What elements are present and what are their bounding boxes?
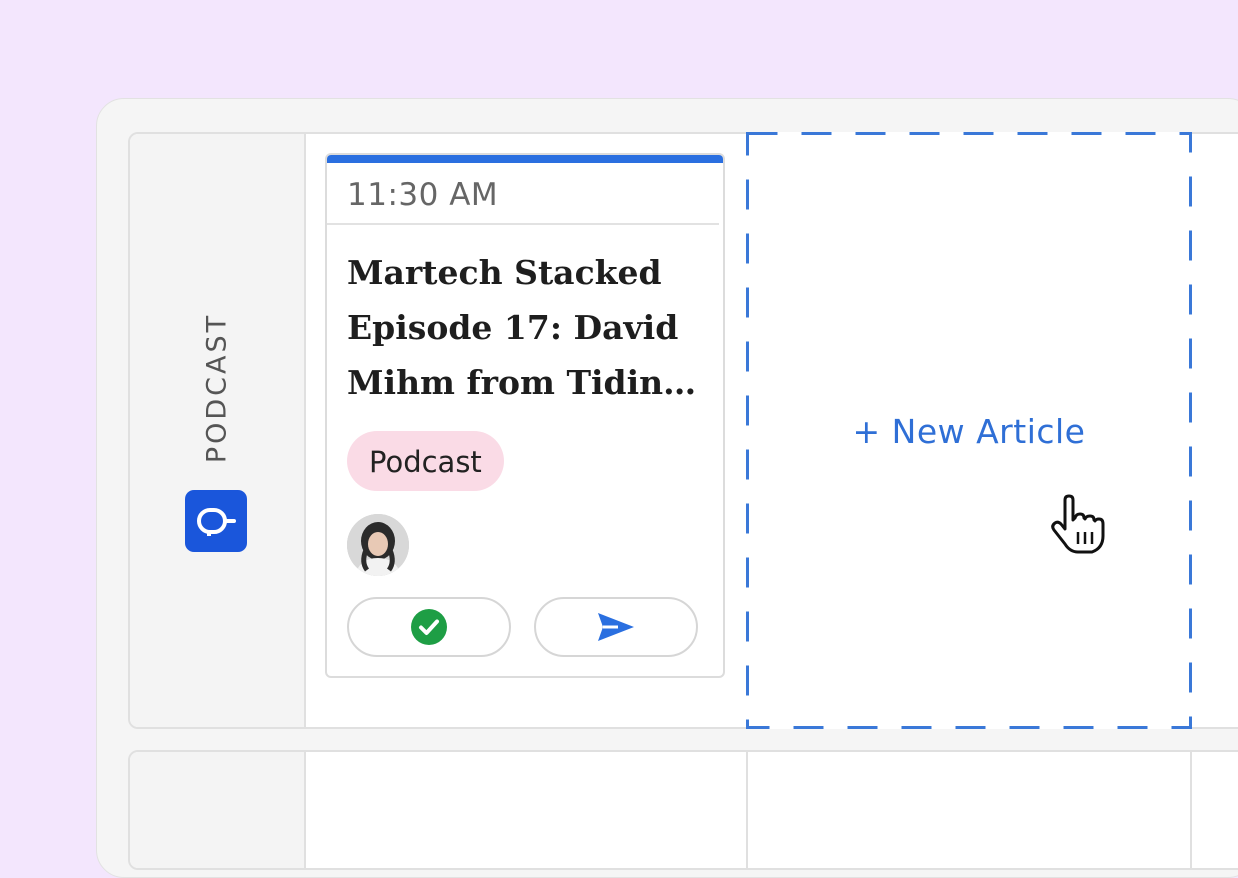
card-title[interactable]: Martech Stacked Episode 17: David Mihm f… [347,245,707,410]
hand-cursor-icon [1051,494,1105,554]
column-divider [746,752,748,868]
calendar-row-next [128,750,1238,870]
category-tag[interactable]: Podcast [347,431,504,491]
card-status-bar [327,155,723,163]
send-icon [598,613,634,641]
article-card[interactable]: 11:30 AM Martech Stacked Episode 17: Dav… [325,153,725,678]
check-circle-icon [411,609,447,645]
card-time: 11:30 AM [327,163,719,225]
microphone-icon [185,490,247,552]
new-article-dropzone[interactable]: + New Article [746,132,1192,729]
row-label-column [130,752,306,868]
row-label-podcast: PODCAST [201,312,233,464]
author-avatar[interactable] [347,514,409,576]
approve-button[interactable] [347,597,511,657]
column-divider [1190,752,1192,868]
new-article-button[interactable]: + New Article [746,412,1192,451]
send-button[interactable] [534,597,698,657]
